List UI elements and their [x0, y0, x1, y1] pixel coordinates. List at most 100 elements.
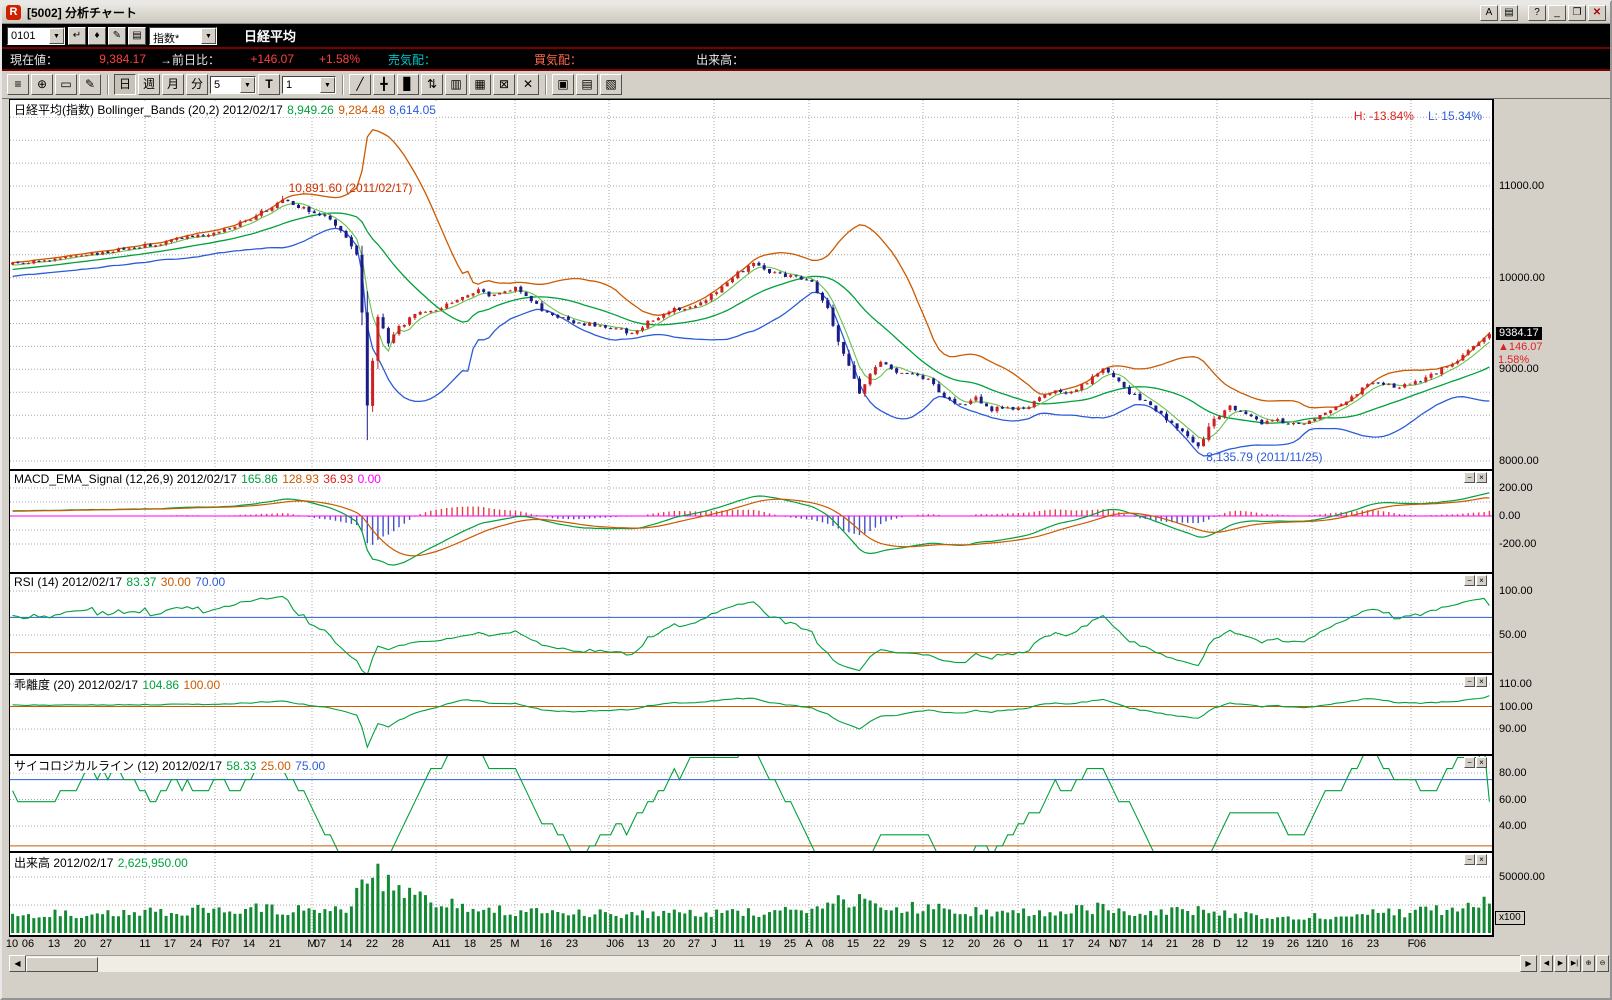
copy-button[interactable]: ▧ [600, 74, 622, 95]
volume-chart-canvas [10, 853, 1492, 935]
low-annotation: 8,135.79 (2011/11/25) [1206, 450, 1322, 464]
panel-close-button[interactable]: × [1476, 472, 1487, 483]
change-label: →前日比： [160, 51, 220, 68]
time-axis-label: 06 [612, 938, 624, 950]
step-forward-button[interactable]: ▶ [1554, 955, 1567, 972]
period-button-group: 日週月分 [114, 74, 208, 95]
zoom-button[interactable]: ⊕ [31, 74, 53, 95]
panel-close-button[interactable]: × [1476, 757, 1487, 768]
bar-param-combobox[interactable]: 1 ▼ [282, 76, 336, 94]
scale-arrows-button[interactable]: ⇅ [421, 74, 443, 95]
candlestick-style-button[interactable]: ╋ [373, 74, 395, 95]
panel-window-buttons: −× [1464, 854, 1487, 865]
time-axis-label: 26 [993, 938, 1005, 950]
toolbar-draw-group: ╱╋▊⇅▥▦⊠✕ [349, 74, 539, 95]
time-axis-label: S [919, 938, 926, 950]
indicator-settings-button[interactable]: ≡ [7, 74, 29, 95]
minute-interval-combobox[interactable]: 5 ▼ [210, 76, 256, 94]
rsi-panel-header: RSI (14) 2012/02/17 83.37 30.00 70.00 [14, 575, 226, 589]
scroll-right-button[interactable]: ▶ [1520, 955, 1537, 972]
clear-all-button[interactable]: ✕ [517, 74, 539, 95]
grid-toggle-button[interactable]: ▦ [469, 74, 491, 95]
symbol-category-combobox[interactable]: 指数* ▼ [149, 27, 217, 45]
time-axis-label: 06 [22, 938, 34, 950]
step-back-button[interactable]: ◀ [1540, 955, 1553, 972]
dropdown-arrow-icon[interactable]: ▼ [320, 77, 335, 93]
symbol-code-combobox[interactable]: 0101 ▼ [7, 27, 65, 45]
volume-multiplier-badge: x100 [1495, 911, 1525, 925]
volume-toggle-button[interactable]: ▥ [445, 74, 467, 95]
jump-latest-button[interactable]: ▶| [1568, 955, 1581, 972]
text-tool-button[interactable]: T [258, 74, 280, 95]
list-button[interactable]: ▤ [128, 27, 146, 45]
dropdown-arrow-icon[interactable]: ▼ [49, 28, 64, 44]
time-axis-label: 08 [822, 938, 834, 950]
macd-panel-header: MACD_EMA_Signal (12,26,9) 2012/02/17 165… [14, 472, 382, 486]
new-chart-button[interactable]: ▭ [55, 74, 77, 95]
eraser-button[interactable]: ⊠ [493, 74, 515, 95]
toolbar-separator [342, 75, 343, 95]
time-axis-label: 23 [1367, 938, 1379, 950]
time-axis-label: 17 [1062, 938, 1074, 950]
panel-minimize-button[interactable]: − [1464, 575, 1475, 586]
minute-interval-value: 5 [211, 77, 240, 93]
panel-close-button[interactable]: × [1476, 575, 1487, 586]
layout-button[interactable]: ▤ [1500, 5, 1518, 21]
time-axis-label: 24 [190, 938, 202, 950]
print-button[interactable]: ▣ [552, 74, 574, 95]
memo-button[interactable]: ✎ [108, 27, 126, 45]
panel-minimize-button[interactable]: − [1464, 854, 1475, 865]
rsi-chart-canvas [10, 574, 1492, 673]
scroll-left-button[interactable]: ◀ [9, 955, 26, 972]
dropdown-arrow-icon[interactable]: ▼ [201, 28, 216, 44]
jump-back-button[interactable]: ↵ [68, 27, 86, 45]
titlebar: R [5002] 分析チャート A ▤ ? _ ❐ ✕ [2, 2, 1610, 24]
font-size-button[interactable]: A [1480, 5, 1498, 21]
export-button[interactable]: ▤ [576, 74, 598, 95]
time-axis-label: 21 [1166, 938, 1178, 950]
vol-panel: 出来高 2012/02/17 2,625,950.00−× [10, 853, 1492, 937]
close-button[interactable]: ✕ [1588, 5, 1606, 21]
time-axis-label: 18 [464, 938, 476, 950]
register-button[interactable]: ♦ [88, 27, 106, 45]
window-title: [5002] 分析チャート [27, 4, 137, 21]
panel-minimize-button[interactable]: − [1464, 757, 1475, 768]
minimize-button[interactable]: _ [1548, 5, 1566, 21]
psych-panel-header: サイコロジカルライン (12) 2012/02/17 58.33 25.00 7… [14, 757, 326, 774]
current-price-value: 9,384.17 [58, 52, 146, 66]
period-weekly-button[interactable]: 週 [138, 74, 160, 95]
period-monthly-button[interactable]: 月 [162, 74, 184, 95]
axis-label-kairi: 100.00 [1499, 701, 1533, 713]
help-button[interactable]: ? [1528, 5, 1546, 21]
panel-minimize-button[interactable]: − [1464, 676, 1475, 687]
time-axis-label: 10 [1316, 938, 1328, 950]
time-axis-label: 07 [218, 938, 230, 950]
toolbar-separator [107, 75, 108, 95]
time-axis-label: 25 [784, 938, 796, 950]
chart-memo-button[interactable]: ✎ [79, 74, 101, 95]
horizontal-scrollbar[interactable]: ◀ ▶ [9, 955, 1537, 972]
panel-minimize-button[interactable]: − [1464, 472, 1475, 483]
symbol-code-value: 0101 [8, 28, 49, 44]
panel-close-button[interactable]: × [1476, 676, 1487, 687]
bar-style-button[interactable]: ▊ [397, 74, 419, 95]
axis-label-kairi: 110.00 [1499, 678, 1532, 690]
period-daily-button[interactable]: 日 [114, 74, 136, 95]
scrollbar-track[interactable] [26, 955, 1520, 972]
session-volume-label: 出来高： [696, 51, 744, 68]
current-price-label: 現在値： [10, 51, 58, 68]
toolbar-separator [545, 75, 546, 95]
dropdown-arrow-icon[interactable]: ▼ [240, 77, 255, 93]
bid-label: 買気配： [534, 51, 582, 68]
restore-button[interactable]: ❐ [1568, 5, 1586, 21]
zoom-in-button[interactable]: ⊕ [1582, 955, 1595, 972]
axis-label-main: 11000.00 [1499, 180, 1544, 192]
main-panel: 日経平均(指数) Bollinger_Bands (20,2) 2012/02/… [10, 100, 1492, 471]
time-axis-label: 27 [100, 938, 112, 950]
panel-close-button[interactable]: × [1476, 854, 1487, 865]
scrollbar-thumb[interactable] [26, 957, 98, 972]
zoom-out-button[interactable]: ⊖ [1596, 955, 1609, 972]
period-minute-button[interactable]: 分 [186, 74, 208, 95]
trendline-button[interactable]: ╱ [349, 74, 371, 95]
time-axis-label: 21 [269, 938, 281, 950]
